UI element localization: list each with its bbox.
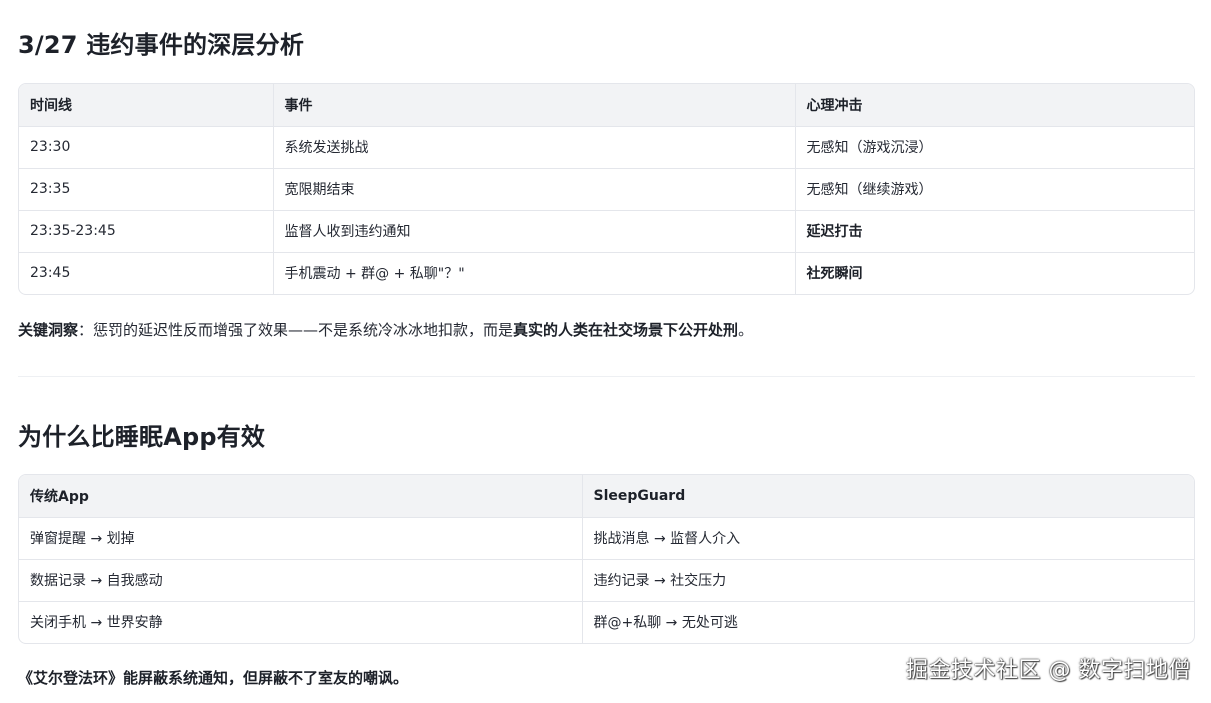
cell-sleepguard: 违约记录 → 社交压力 bbox=[582, 559, 1194, 602]
table-row: 23:35 宽限期结束 无感知（继续游戏） bbox=[19, 168, 1194, 211]
table-row: 数据记录 → 自我感动 违约记录 → 社交压力 bbox=[19, 559, 1194, 602]
table-row: 23:30 系统发送挑战 无感知（游戏沉浸） bbox=[19, 126, 1194, 169]
site-watermark: 掘金技术社区 @ 数字扫地僧 bbox=[906, 658, 1191, 683]
insight-label: 关键洞察 bbox=[18, 321, 79, 339]
cell-event: 手机震动 + 群@ + 私聊"？" bbox=[273, 252, 796, 294]
insight-text: 惩罚的延迟性反而增强了效果——不是系统冷冰冰地扣款，而是 bbox=[93, 321, 514, 339]
cell-traditional: 弹窗提醒 → 划掉 bbox=[19, 517, 583, 560]
key-insight-paragraph: 关键洞察：惩罚的延迟性反而增强了效果——不是系统冷冰冰地扣款，而是真实的人类在社… bbox=[18, 318, 753, 342]
section-heading-violation-analysis: 3/27 违约事件的深层分析 bbox=[18, 31, 305, 59]
cell-time: 23:45 bbox=[19, 252, 274, 294]
cell-impact: 无感知（游戏沉浸） bbox=[795, 126, 1194, 169]
table-header-row: 传统App SleepGuard bbox=[19, 475, 1194, 518]
closing-paragraph: 《艾尔登法环》能屏蔽系统通知，但屏蔽不了室友的嘲讽。 bbox=[18, 669, 409, 687]
cell-time: 23:35-23:45 bbox=[19, 210, 274, 253]
column-header-event: 事件 bbox=[273, 84, 796, 127]
table-header-row: 时间线 事件 心理冲击 bbox=[19, 84, 1194, 127]
insight-end: 。 bbox=[738, 321, 754, 339]
timeline-table: 时间线 事件 心理冲击 23:30 系统发送挑战 无感知（游戏沉浸） 23:35… bbox=[18, 83, 1195, 295]
comparison-table: 传统App SleepGuard 弹窗提醒 → 划掉 挑战消息 → 监督人介入 … bbox=[18, 474, 1195, 644]
section-heading-why-effective: 为什么比睡眠App有效 bbox=[18, 423, 266, 451]
cell-sleepguard: 群@+私聊 → 无处可逃 bbox=[593, 615, 738, 632]
insight-colon: ： bbox=[78, 321, 94, 339]
cell-event: 系统发送挑战 bbox=[273, 126, 796, 169]
column-header-sleepguard: SleepGuard bbox=[582, 475, 1194, 518]
cell-impact: 无感知（继续游戏） bbox=[795, 168, 1194, 211]
table-row: 23:45 手机震动 + 群@ + 私聊"？" 社死瞬间 bbox=[19, 252, 1194, 294]
cell-sleepguard: 挑战消息 → 监督人介入 bbox=[582, 517, 1194, 560]
column-header-impact: 心理冲击 bbox=[795, 84, 1194, 127]
cell-event: 宽限期结束 bbox=[273, 168, 796, 211]
cell-time: 23:35 bbox=[19, 168, 274, 211]
section-divider bbox=[18, 376, 1195, 377]
cell-event: 监督人收到违约通知 bbox=[273, 210, 796, 253]
insight-emphasis: 真实的人类在社交场景下公开处刑 bbox=[513, 321, 739, 339]
cell-impact: 延迟打击 bbox=[795, 210, 1194, 253]
cell-impact: 社死瞬间 bbox=[806, 266, 863, 283]
table-row: 关闭手机 → 世界安静 群@+私聊 → 无处可逃 bbox=[19, 601, 1194, 643]
cell-traditional: 关闭手机 → 世界安静 bbox=[19, 601, 583, 643]
column-header-traditional-app: 传统App bbox=[19, 475, 583, 518]
table-row: 弹窗提醒 → 划掉 挑战消息 → 监督人介入 bbox=[19, 517, 1194, 560]
cell-traditional: 数据记录 → 自我感动 bbox=[19, 559, 583, 602]
cell-time: 23:30 bbox=[19, 126, 274, 169]
column-header-timeline: 时间线 bbox=[19, 84, 274, 127]
table-row: 23:35-23:45 监督人收到违约通知 延迟打击 bbox=[19, 210, 1194, 253]
